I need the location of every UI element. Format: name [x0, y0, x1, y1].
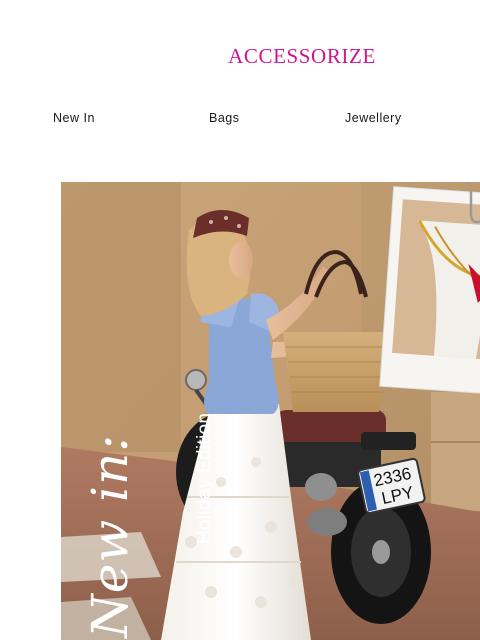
nav-item-new-in[interactable]: New In	[53, 111, 95, 125]
polaroid-photo	[379, 186, 480, 395]
hero-headline-script: New in:	[81, 433, 139, 638]
top-navigation: New In Bags Jewellery	[0, 111, 480, 129]
hero-headline-subtitle: Holiday Edition	[194, 412, 215, 544]
nav-item-bags[interactable]: Bags	[209, 111, 240, 125]
nav-item-jewellery[interactable]: Jewellery	[345, 111, 402, 125]
brand-logo[interactable]: ACCESSORIZE	[0, 44, 480, 69]
hero-banner[interactable]: 2336 LPY New in: Holiday Edition	[61, 182, 480, 640]
